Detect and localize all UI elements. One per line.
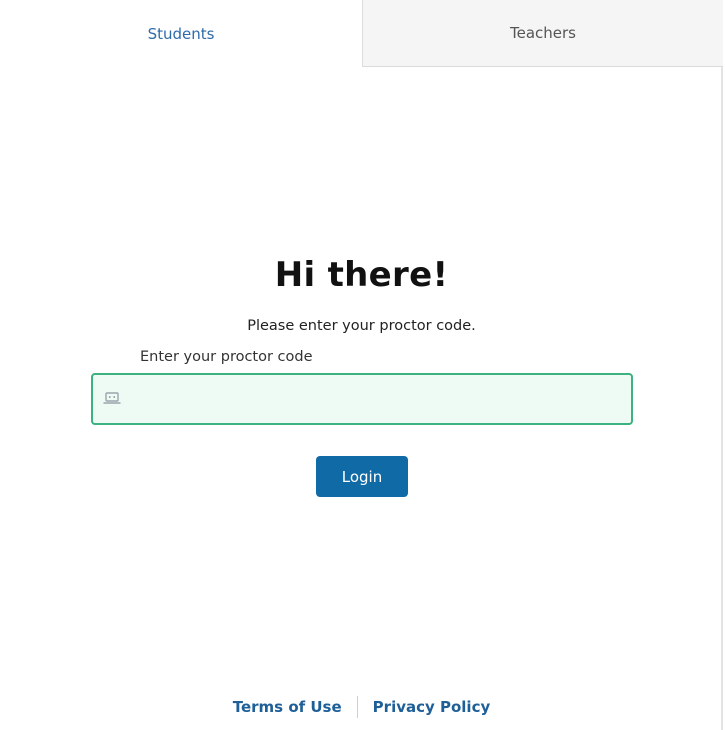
login-button[interactable]: Login: [316, 456, 408, 497]
proctor-code-label: Enter your proctor code: [140, 349, 313, 365]
proctor-code-field: [91, 373, 633, 425]
page-frame: Students Teachers Hi there! Please enter…: [0, 0, 723, 730]
page-title: Hi there!: [274, 255, 449, 295]
tab-teachers[interactable]: Teachers: [362, 0, 723, 67]
tab-students[interactable]: Students: [0, 0, 362, 67]
footer-links: Terms of Use Privacy Policy: [0, 696, 723, 718]
privacy-policy-link[interactable]: Privacy Policy: [373, 698, 491, 716]
proctor-code-input[interactable]: [131, 375, 629, 425]
page-subtitle: Please enter your proctor code.: [247, 318, 476, 334]
terms-of-use-link[interactable]: Terms of Use: [233, 698, 342, 716]
laptop-icon: [103, 390, 121, 408]
tab-teachers-label: Teachers: [510, 24, 576, 42]
footer-divider: [356, 696, 358, 718]
tab-students-label: Students: [147, 24, 215, 43]
role-tabs: Students Teachers: [0, 0, 723, 67]
